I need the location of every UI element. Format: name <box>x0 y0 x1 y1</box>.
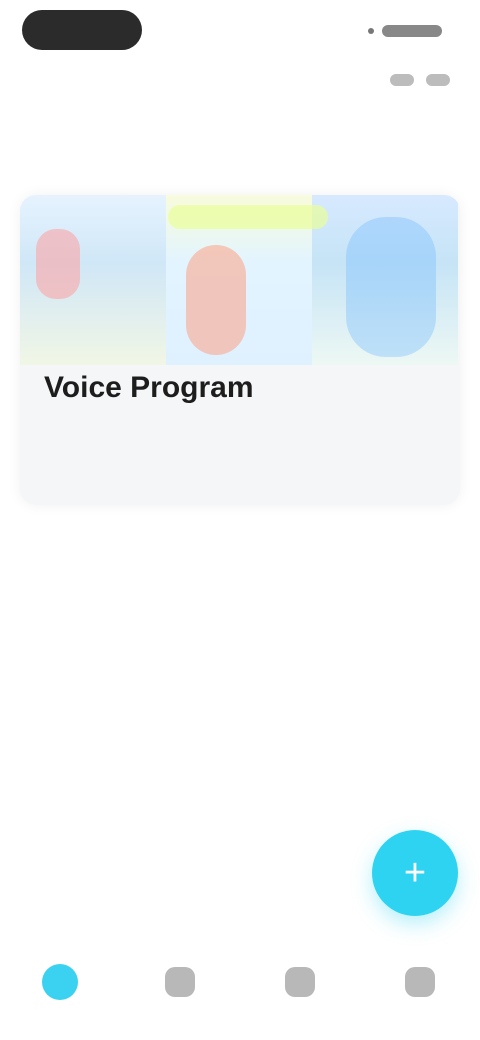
program-subtitle <box>44 417 354 435</box>
bottom-caption <box>100 760 450 780</box>
tab-chat[interactable] <box>265 950 335 1020</box>
top-pill[interactable] <box>22 10 142 50</box>
program-card[interactable]: Voice Program <box>20 195 460 505</box>
gallery-icon <box>165 967 195 997</box>
header-action-2[interactable] <box>426 74 450 86</box>
program-description-2 <box>44 471 304 489</box>
plus-icon: + <box>403 851 427 894</box>
header-actions <box>390 74 450 86</box>
status-bar <box>382 25 442 37</box>
header-action-1[interactable] <box>390 74 414 86</box>
section-title <box>22 136 132 176</box>
program-title: Voice Program <box>44 371 254 404</box>
status-area <box>368 20 450 42</box>
home-icon <box>42 964 78 1000</box>
hero-figure-b <box>186 245 246 355</box>
status-dot <box>368 28 374 34</box>
tab-home[interactable] <box>25 950 95 1020</box>
hero-highlight <box>168 205 328 229</box>
bottom-tabbar <box>0 930 480 1040</box>
tab-profile[interactable] <box>385 950 455 1020</box>
program-hero-image <box>20 195 460 365</box>
tab-gallery[interactable] <box>145 950 215 1020</box>
profile-icon <box>405 967 435 997</box>
fab-button[interactable]: + <box>372 830 458 916</box>
hero-figure-a <box>36 229 80 299</box>
hero-figure-c <box>346 217 436 357</box>
program-description-1 <box>44 449 444 467</box>
chat-icon <box>285 967 315 997</box>
